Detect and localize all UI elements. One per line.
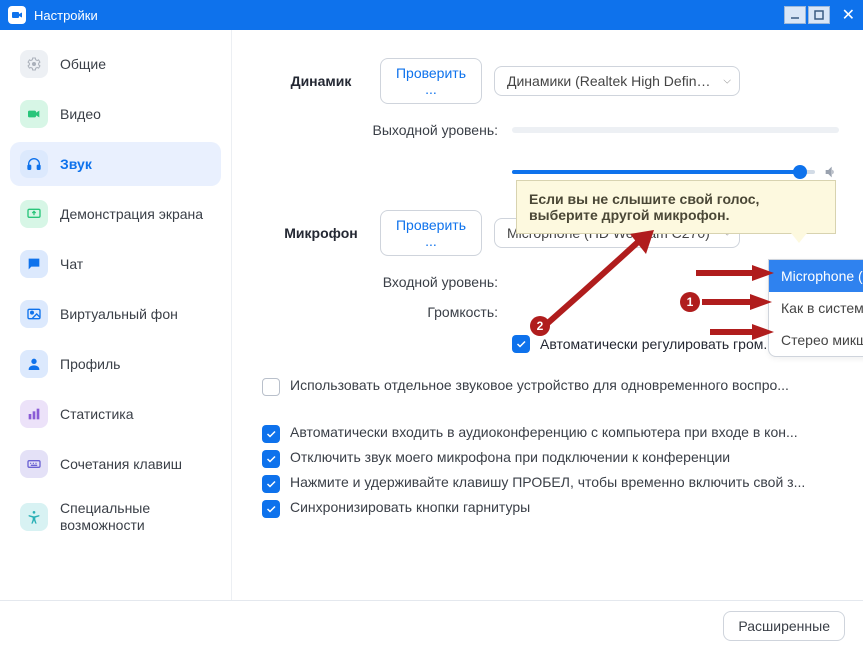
volume-icon <box>823 164 839 180</box>
sidebar-label: Чат <box>60 256 83 272</box>
sync-headset-checkbox[interactable] <box>262 500 280 518</box>
sidebar-item-general[interactable]: Общие <box>10 42 221 86</box>
sidebar-item-shortcuts[interactable]: Сочетания клавиш <box>10 442 221 486</box>
stats-icon <box>20 400 48 428</box>
test-mic-button[interactable]: Проверить ... <box>380 210 482 256</box>
sidebar-item-chat[interactable]: Чат <box>10 242 221 286</box>
sidebar-label: Специальные возможности <box>60 500 211 534</box>
user-icon <box>20 350 48 378</box>
annotation-marker-2: 2 <box>530 316 550 336</box>
mic-dropdown-panel: Microphone (HD Webcam C270) Как в систем… <box>768 259 863 357</box>
speaker-device-select[interactable]: Динамики (Realtek High Definitio... ⌵ <box>494 66 740 96</box>
video-icon <box>20 100 48 128</box>
auto-join-audio-label: Автоматически входить в аудиоконференцию… <box>290 424 839 440</box>
share-screen-icon <box>20 200 48 228</box>
window-title: Настройки <box>34 8 784 23</box>
sidebar-label: Профиль <box>60 356 120 372</box>
close-button[interactable]: ✕ <box>842 5 855 25</box>
speaker-device-value: Динамики (Realtek High Definitio... <box>507 73 711 89</box>
mic-volume-label: Громкость: <box>262 304 498 320</box>
minimize-button[interactable] <box>784 6 806 24</box>
footer: Расширенные <box>0 600 863 650</box>
speaker-volume-slider[interactable] <box>512 170 815 174</box>
sidebar-item-vbg[interactable]: Виртуальный фон <box>10 292 221 336</box>
maximize-button[interactable] <box>808 6 830 24</box>
annotation-arrow-1a <box>696 263 776 286</box>
sidebar-label: Демонстрация экрана <box>60 206 203 222</box>
mic-hint-tooltip: Если вы не слышите свой голос, выберите … <box>516 180 836 234</box>
sidebar-item-accessibility[interactable]: Специальные возможности <box>10 492 221 542</box>
annotation-arrow-2 <box>534 230 664 343</box>
sidebar-item-audio[interactable]: Звук <box>10 142 221 186</box>
push-to-talk-label: Нажмите и удерживайте клавишу ПРОБЕЛ, чт… <box>290 474 839 490</box>
mic-option-0[interactable]: Microphone (HD Webcam C270) <box>769 260 863 292</box>
sidebar-item-profile[interactable]: Профиль <box>10 342 221 386</box>
speaker-label: Динамик <box>262 73 380 89</box>
chevron-down-icon: ⌵ <box>723 76 731 87</box>
auto-gain-checkbox[interactable] <box>512 335 530 353</box>
mic-label: Микрофон <box>262 225 380 241</box>
push-to-talk-checkbox[interactable] <box>262 475 280 493</box>
gear-icon <box>20 50 48 78</box>
accessibility-icon <box>20 503 48 531</box>
output-level-label: Выходной уровень: <box>262 122 498 138</box>
content-area: Динамик Проверить ... Динамики (Realtek … <box>232 30 863 620</box>
window-buttons <box>784 6 830 24</box>
sidebar: Общие Видео Звук Демонстрация экрана Чат… <box>0 30 232 620</box>
advanced-button[interactable]: Расширенные <box>723 611 845 641</box>
keyboard-icon <box>20 450 48 478</box>
test-speaker-button[interactable]: Проверить ... <box>380 58 482 104</box>
auto-join-audio-checkbox[interactable] <box>262 425 280 443</box>
sync-headset-label: Синхронизировать кнопки гарнитуры <box>290 499 839 515</box>
output-level-meter <box>512 127 839 133</box>
sidebar-label: Общие <box>60 56 106 72</box>
sidebar-label: Видео <box>60 106 101 122</box>
sidebar-label: Сочетания клавиш <box>60 456 182 472</box>
mic-option-2[interactable]: Стерео микшер (Realtek High Definiti... <box>769 324 863 356</box>
sidebar-item-share[interactable]: Демонстрация экрана <box>10 192 221 236</box>
app-icon <box>8 6 26 24</box>
sidebar-label: Виртуальный фон <box>60 306 178 322</box>
input-level-label: Входной уровень: <box>262 274 498 290</box>
annotation-arrow-1c <box>710 322 774 345</box>
mute-on-join-label: Отключить звук моего микрофона при подкл… <box>290 449 839 465</box>
annotation-marker-1: 1 <box>680 292 700 312</box>
titlebar: Настройки ✕ <box>0 0 863 30</box>
sidebar-label: Звук <box>60 156 92 172</box>
mic-option-1[interactable]: Как в системе <box>769 292 863 324</box>
annotation-arrow-1b <box>702 292 772 315</box>
sidebar-item-video[interactable]: Видео <box>10 92 221 136</box>
separate-device-checkbox[interactable] <box>262 378 280 396</box>
image-icon <box>20 300 48 328</box>
speaker-row: Динамик Проверить ... Динамики (Realtek … <box>262 58 839 104</box>
headphones-icon <box>20 150 48 178</box>
tooltip-text: Если вы не слышите свой голос, выберите … <box>529 191 759 223</box>
sidebar-item-stats[interactable]: Статистика <box>10 392 221 436</box>
sidebar-label: Статистика <box>60 406 134 422</box>
chat-icon <box>20 250 48 278</box>
separate-device-label: Использовать отдельное звуковое устройст… <box>290 377 839 393</box>
mute-on-join-checkbox[interactable] <box>262 450 280 468</box>
